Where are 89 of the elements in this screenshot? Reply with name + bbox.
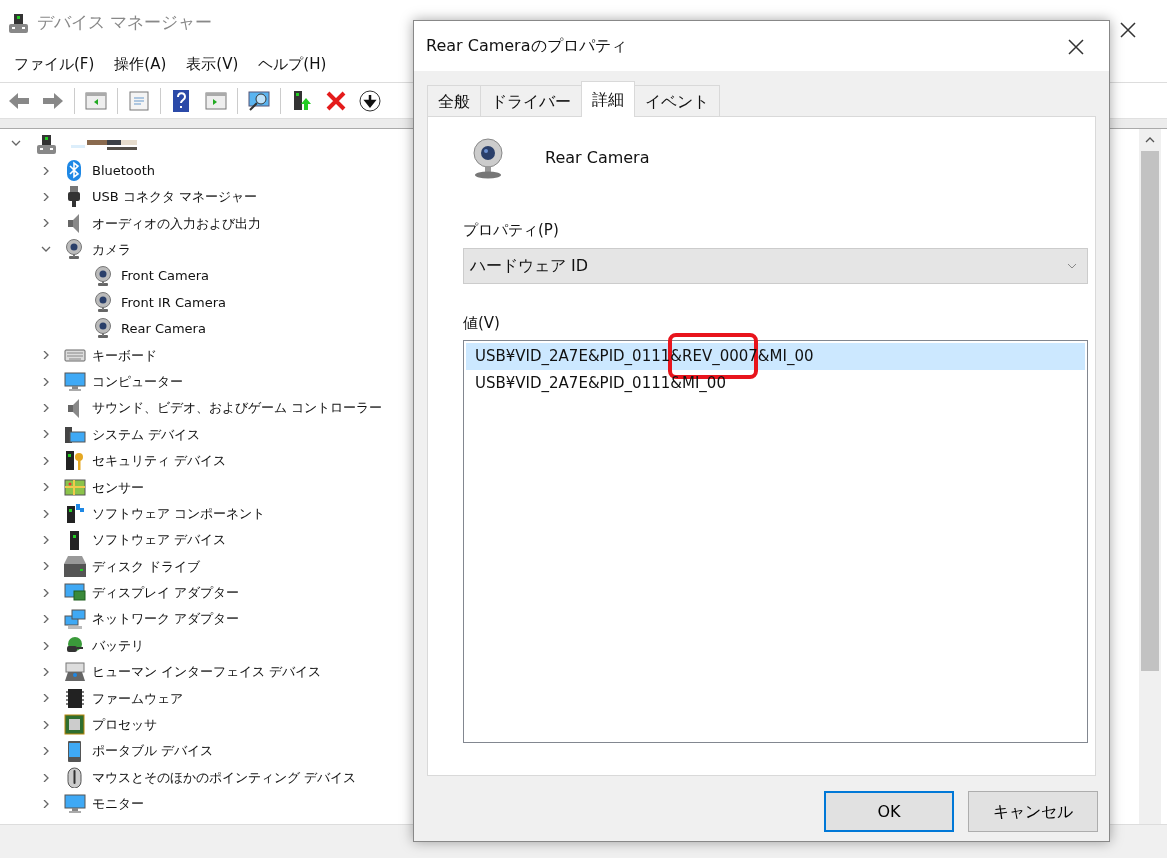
- tab[interactable]: 詳細: [581, 81, 635, 117]
- field-label: 値(V): [463, 312, 501, 334]
- panel-icon[interactable]: [85, 89, 107, 112]
- window-title: デバイス マネージャー: [37, 11, 213, 35]
- menu-item[interactable]: 操作(A): [104, 52, 177, 76]
- device-name: Rear Camera: [545, 147, 650, 169]
- collapse-chevron-icon[interactable]: [41, 245, 51, 254]
- update-driver-icon[interactable]: [291, 89, 313, 112]
- processor-icon: [64, 714, 86, 736]
- expand-chevron-icon[interactable]: [41, 694, 51, 703]
- component-icon: [64, 503, 86, 525]
- list-row[interactable]: USB¥VID_2A7E&PID_0111&MI_00: [466, 370, 1085, 397]
- tree-item[interactable]: Rear Camera: [121, 319, 206, 339]
- disable-icon[interactable]: [359, 89, 381, 112]
- tree-item[interactable]: ファームウェア: [92, 688, 183, 709]
- expand-chevron-icon[interactable]: [41, 456, 51, 465]
- expand-chevron-icon[interactable]: [41, 668, 51, 676]
- expand-chevron-icon[interactable]: [41, 747, 51, 756]
- tree-item[interactable]: サウンド、ビデオ、およびゲーム コントローラー: [92, 398, 383, 418]
- tree-item[interactable]: ディスク ドライブ: [92, 556, 201, 577]
- tree-item[interactable]: システム デバイス: [92, 424, 201, 445]
- tree-item[interactable]: カメラ: [92, 240, 131, 260]
- tree-item[interactable]: ヒューマン インターフェイス デバイス: [92, 662, 322, 682]
- pc-icon: [8, 12, 29, 34]
- uninstall-icon[interactable]: [325, 89, 347, 112]
- tree-item[interactable]: センサー: [92, 477, 144, 497]
- tree-item[interactable]: ソフトウェア コンポーネント: [92, 503, 266, 524]
- expand-chevron-icon[interactable]: [41, 536, 51, 545]
- expand-chevron-icon[interactable]: [41, 615, 51, 624]
- tree-item[interactable]: ディスプレイ アダプター: [92, 583, 240, 603]
- scrollbar[interactable]: [1139, 129, 1161, 824]
- tree-item[interactable]: コンピューター: [92, 371, 183, 392]
- tree-item[interactable]: キーボード: [92, 345, 157, 366]
- tree-item[interactable]: ソフトウェア デバイス: [92, 530, 227, 550]
- expand-chevron-icon[interactable]: [41, 219, 51, 228]
- menu-item[interactable]: ファイル(F): [4, 52, 105, 76]
- tree-item[interactable]: バッテリ: [92, 635, 144, 656]
- expand-chevron-icon[interactable]: [41, 377, 51, 386]
- menu-item[interactable]: 表示(V): [176, 52, 249, 76]
- tab[interactable]: 全般: [427, 85, 481, 117]
- expand-chevron-icon[interactable]: [41, 773, 51, 782]
- expand-chevron-icon[interactable]: [41, 799, 51, 808]
- expand-chevron-icon[interactable]: [41, 404, 51, 413]
- dialog-button[interactable]: キャンセル: [968, 791, 1098, 832]
- tree-item[interactable]: ネットワーク アダプター: [92, 609, 240, 629]
- network-icon: [64, 608, 86, 630]
- tab[interactable]: イベント: [634, 85, 720, 117]
- dialog-title: Rear Cameraのプロパティ: [426, 35, 627, 57]
- expand-chevron-icon[interactable]: [41, 588, 51, 597]
- close-icon[interactable]: [1067, 38, 1085, 56]
- expand-chevron-icon[interactable]: [41, 430, 51, 439]
- chip-icon: [64, 687, 86, 709]
- expand-chevron-icon[interactable]: [41, 641, 51, 650]
- property-dropdown[interactable]: ハードウェア ID: [463, 247, 1088, 284]
- expand-chevron-icon[interactable]: [41, 509, 51, 518]
- scroll-up-icon[interactable]: [1145, 137, 1155, 143]
- expand-chevron-icon[interactable]: [41, 720, 51, 729]
- close-icon[interactable]: [1119, 21, 1137, 39]
- tree-item[interactable]: モニター: [92, 794, 144, 814]
- expand-chevron-icon[interactable]: [41, 351, 51, 360]
- expand-chevron-icon[interactable]: [41, 166, 51, 175]
- computer-icon: [64, 424, 86, 445]
- tree-item[interactable]: Front IR Camera: [121, 292, 227, 313]
- expand-chevron-icon[interactable]: [41, 562, 51, 571]
- tree-item[interactable]: USB コネクタ マネージャー: [92, 187, 257, 207]
- caret-icon: [1067, 262, 1077, 269]
- map-icon: [64, 476, 86, 498]
- display-card-icon: [64, 582, 86, 604]
- search-icon[interactable]: [248, 89, 270, 112]
- tower-key-icon: [64, 450, 86, 472]
- tree-item[interactable]: マウスとそのほかのポインティング デバイス: [92, 767, 357, 788]
- tree-item[interactable]: プロセッサ: [92, 715, 157, 735]
- menu-item[interactable]: ヘルプ(H): [248, 52, 337, 76]
- disk-drive-icon: [64, 555, 86, 577]
- pc-icon: [36, 133, 57, 155]
- monitor-icon: [64, 793, 86, 815]
- tree-item[interactable]: Front Camera: [121, 266, 210, 286]
- expand-chevron-icon[interactable]: [41, 483, 51, 492]
- tree-item[interactable]: ポータブル デバイス: [92, 741, 214, 761]
- field-label: プロパティ(P): [463, 220, 560, 241]
- expand-chevron-icon[interactable]: [41, 192, 51, 201]
- dialog-button[interactable]: OK: [824, 791, 954, 832]
- webcam-icon: [471, 137, 505, 179]
- gamepad-keyboard-icon: [64, 661, 86, 683]
- tree-item[interactable]: Bluetooth: [92, 160, 156, 181]
- monitor-icon: [64, 371, 86, 393]
- tree-item[interactable]: オーディオの入力および出力: [92, 213, 261, 234]
- tree-item[interactable]: セキュリティ デバイス: [92, 451, 227, 471]
- action-pane-icon[interactable]: [205, 89, 227, 112]
